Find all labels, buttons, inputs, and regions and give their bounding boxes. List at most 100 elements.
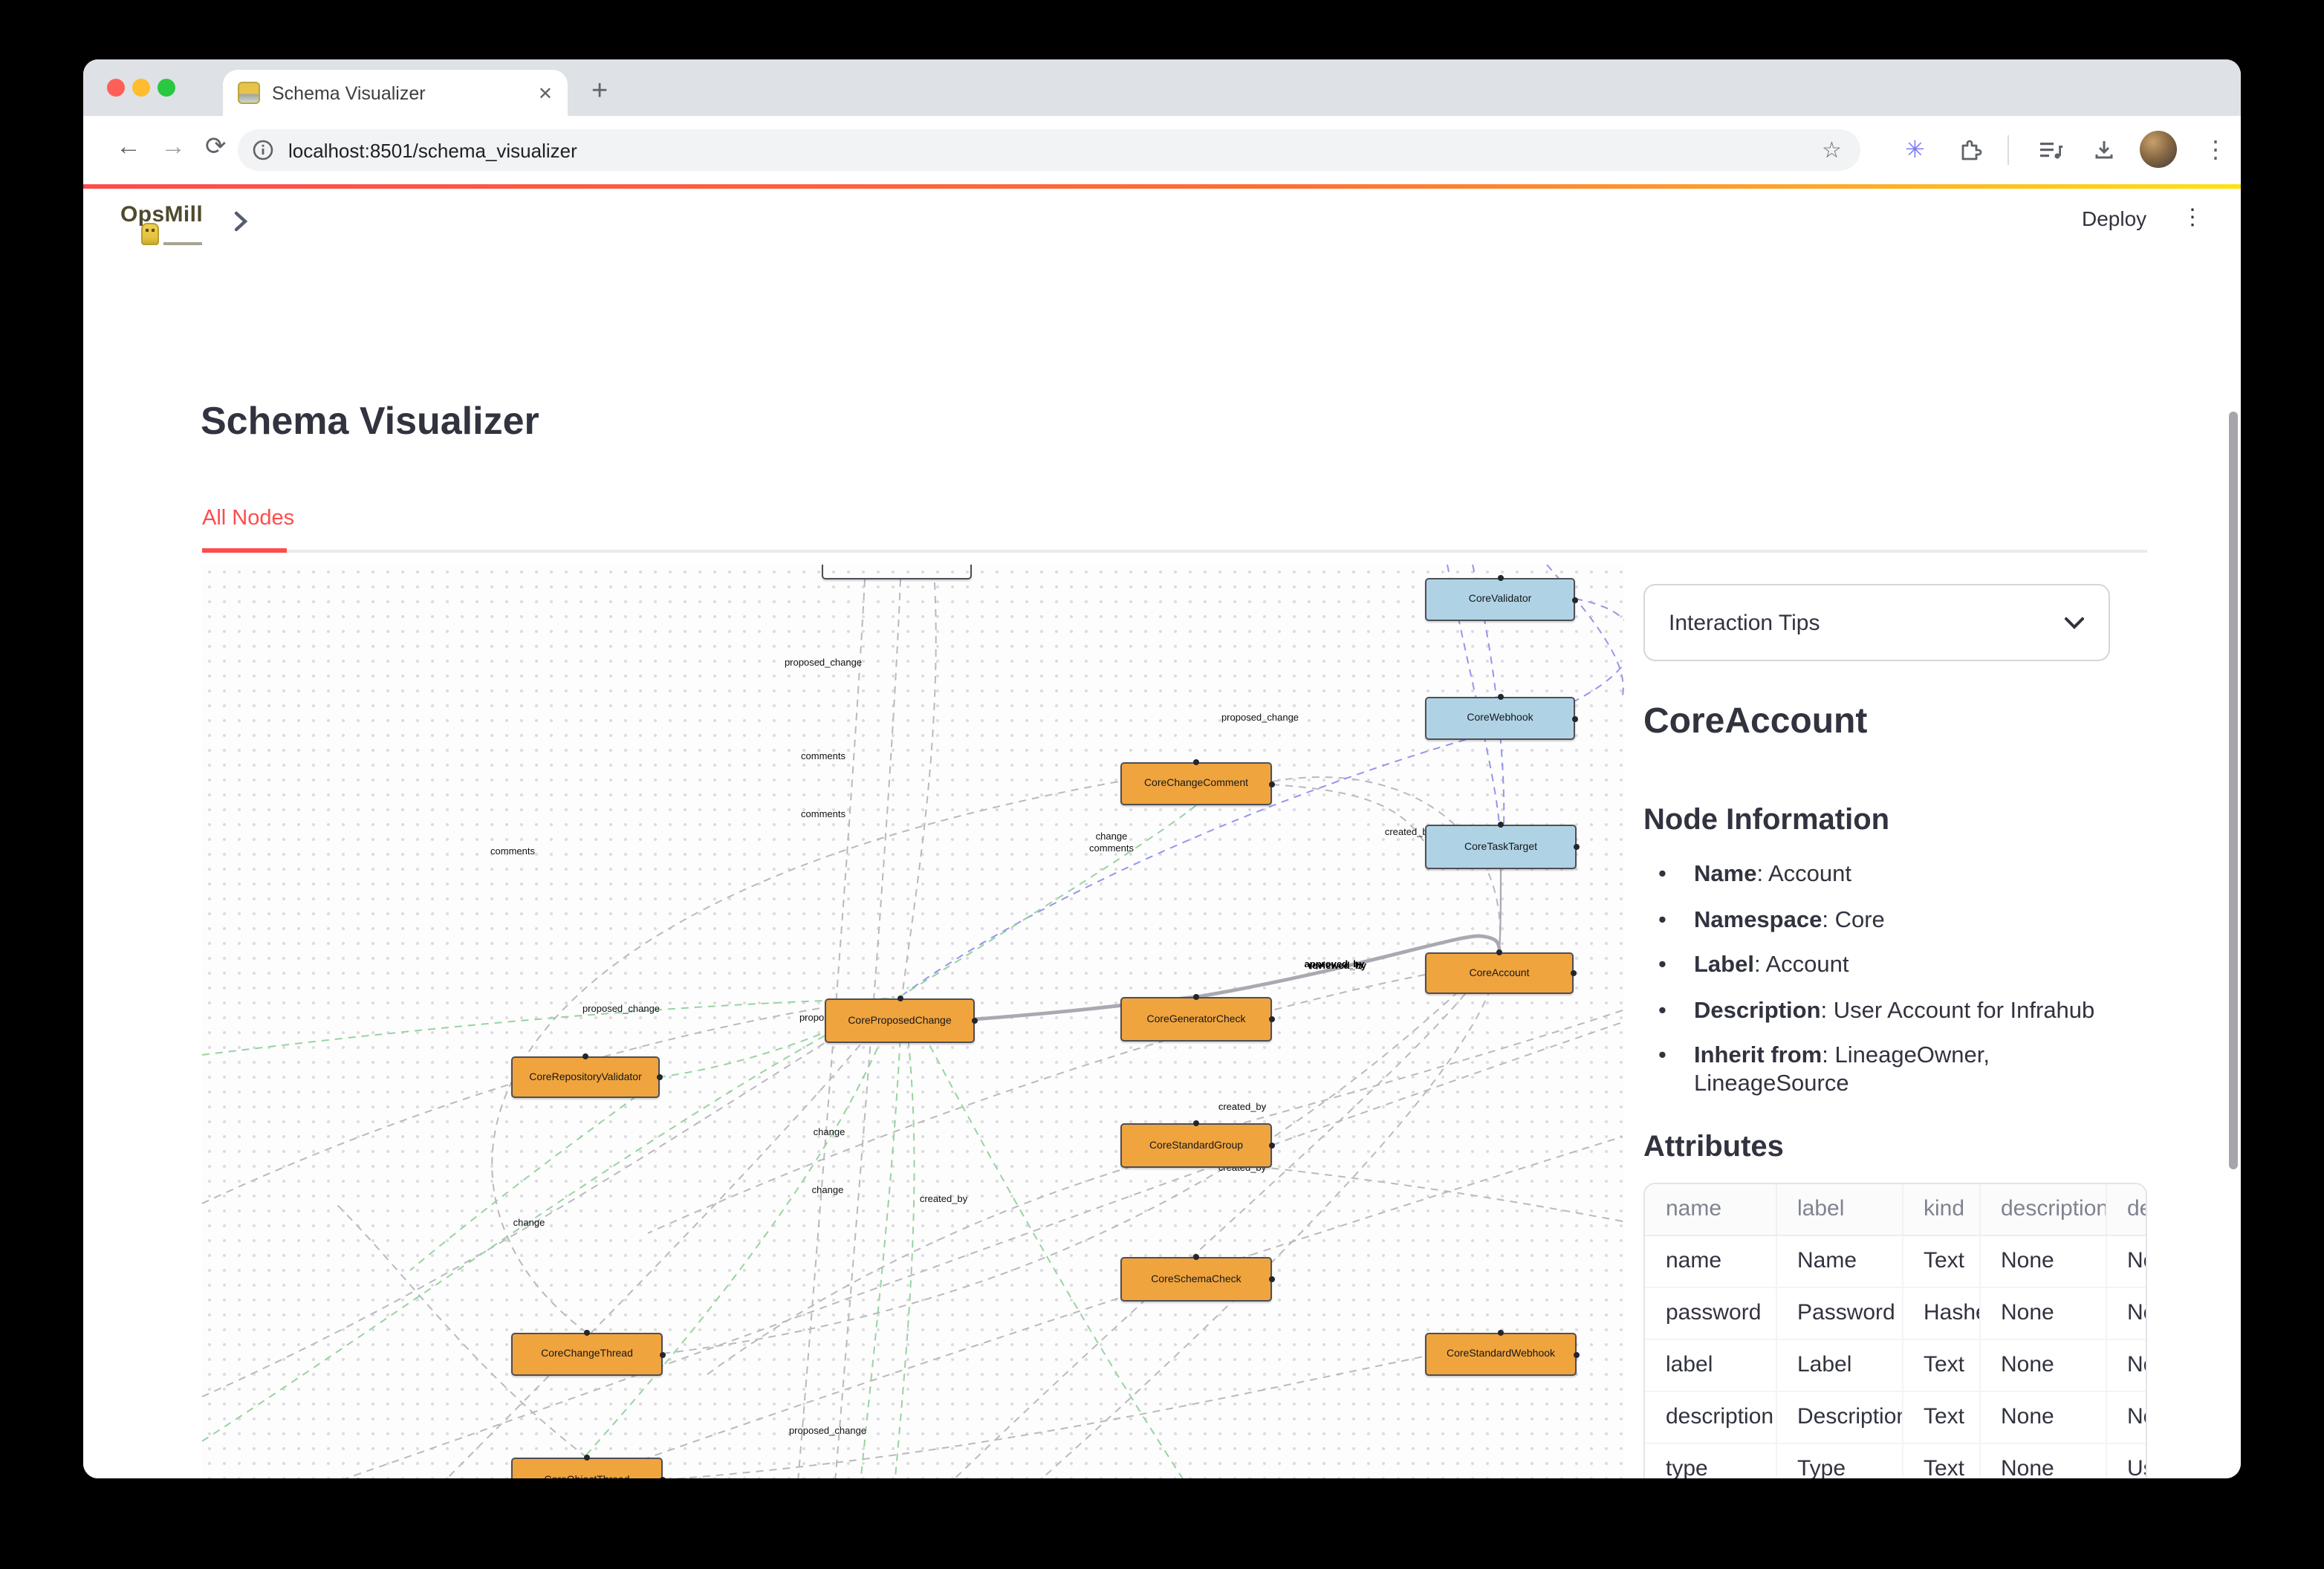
table-cell: password [1645,1287,1776,1339]
node-handle-top [1193,1254,1199,1260]
tab-close-icon[interactable]: ✕ [538,82,553,103]
graph-node-CoreStandardWebhook[interactable]: CoreStandardWebhook [1425,1333,1577,1376]
forward-icon[interactable]: → [160,132,186,162]
graph-node-clipped[interactable] [822,565,972,579]
table-cell: None [2106,1235,2147,1287]
graph-node-CoreStandardGroup[interactable]: CoreStandardGroup [1120,1123,1272,1168]
chevron-down-icon [2064,616,2085,629]
address-bar[interactable]: localhost:8501/schema_visualizer ☆ [238,129,1860,171]
edge-label: proposed_change [789,1426,866,1438]
browser-tab-strip: Schema Visualizer ✕ + [83,59,2241,116]
table-cell: Text [1902,1443,1979,1478]
active-tab-underline [202,548,287,553]
media-playlist-icon[interactable] [2039,138,2064,162]
table-cell: description [1645,1391,1776,1443]
back-icon[interactable]: ← [116,132,141,162]
node-handle-top [1498,822,1504,828]
table-cell: None [1979,1443,2106,1478]
node-handle-top [1193,1120,1199,1126]
node-handle-top [897,995,903,1001]
new-tab-button[interactable]: + [591,71,608,113]
browser-menu-icon[interactable]: ⋮ [2204,135,2227,165]
node-handle-right [660,1477,666,1478]
node-handle-right [1572,597,1578,602]
node-handle-right [1269,1143,1275,1149]
graph-node-CoreWebhook[interactable]: CoreWebhook [1425,697,1575,740]
profile-avatar[interactable] [2140,131,2177,168]
downloads-icon[interactable] [2092,138,2116,162]
graph-edge [886,1000,914,1478]
node-handle-right [1574,844,1580,850]
edge-label: proposed_change [1221,713,1299,725]
graph-edge [410,1080,658,1270]
graph-node-CoreObjectThread[interactable]: CoreObjectThread [511,1458,663,1478]
tab-title: Schema Visualizer [272,82,526,103]
graph-node-CoreChangeComment[interactable]: CoreChangeComment [1120,762,1272,805]
node-handle-top [584,1330,590,1336]
interaction-tips-expander[interactable]: Interaction Tips [1643,584,2110,661]
graph-node-CoreGeneratorCheck[interactable]: CoreGeneratorCheck [1120,997,1272,1042]
node-handle-right [1572,715,1578,721]
graph-canvas[interactable]: proposed_changecommentscommentscommentsp… [202,565,1624,1478]
attr-col-label: label [1776,1184,1902,1235]
table-cell: Description [1776,1391,1902,1443]
maximize-window-button[interactable] [158,79,175,97]
expand-sidebar-chevron-icon[interactable] [232,209,250,233]
table-cell: None [2106,1339,2147,1391]
node-handle-right [972,1018,978,1024]
site-info-icon[interactable] [253,140,273,160]
graph-node-CoreAccount[interactable]: CoreAccount [1425,952,1574,994]
screen: Schema Visualizer ✕ + ← → ⟳ localhost:85… [0,0,2324,1569]
edge-label: change [812,1186,844,1198]
tab-all-nodes[interactable]: All Nodes [202,505,294,532]
node-info-item: Description: User Account for Infrahub [1655,996,2146,1024]
graph-node-CoreValidator[interactable]: CoreValidator [1425,578,1575,621]
table-cell: Password [1776,1287,1902,1339]
table-row: descriptionDescriptionTextNoneNone [1645,1391,2147,1443]
graph-edge [902,582,936,997]
edge-label: proposed_change [582,1004,660,1016]
page-title: Schema Visualizer [201,398,539,444]
node-handle-right [657,1074,663,1080]
app-page: OpsMill Deploy ⋮ Schema Visualizer All N… [83,189,2241,1478]
table-cell: None [1979,1287,2106,1339]
table-cell: Text [1902,1339,1979,1391]
graph-node-CoreSchemaCheck[interactable]: CoreSchemaCheck [1120,1257,1272,1302]
attributes-table-wrap[interactable]: namelabelkinddescriptiondefault_value na… [1643,1183,2147,1478]
deploy-button[interactable]: Deploy [2082,207,2146,230]
table-cell: None [1979,1391,2106,1443]
graph-node-CoreChangeThread[interactable]: CoreChangeThread [511,1333,663,1376]
reload-icon[interactable]: ⟳ [205,132,227,162]
table-cell: label [1645,1339,1776,1391]
edge-label: comments [801,752,845,764]
graph-node-CoreProposedChange[interactable]: CoreProposedChange [825,998,975,1043]
edge-label: proposed_change [785,658,862,670]
graph-node-CoreRepositoryValidator[interactable]: CoreRepositoryValidator [511,1056,660,1098]
graph-edge [663,1357,1424,1478]
brand-tagline [163,242,202,245]
graph-edge [663,957,1495,1354]
node-info-item: Name: Account [1655,860,2146,889]
app-menu-icon[interactable]: ⋮ [2181,204,2204,230]
page-scrollbar[interactable] [2229,412,2238,1169]
bookmark-star-icon[interactable]: ☆ [1822,137,1842,163]
browser-window: Schema Visualizer ✕ + ← → ⟳ localhost:85… [83,59,2241,1478]
node-handle-right [1571,970,1577,976]
graph-node-CoreTaskTarget[interactable]: CoreTaskTarget [1425,825,1577,869]
node-handle-top [584,1455,590,1461]
edge-label: created_by [1218,1102,1266,1114]
attributes-heading: Attributes [1643,1131,1784,1165]
graph-edge [336,1203,587,1458]
node-handle-right [660,1351,666,1357]
graph-edge [905,998,1257,1478]
graph-edge [202,997,895,1203]
minimize-window-button[interactable] [132,79,150,97]
table-cell: Label [1776,1339,1902,1391]
table-cell: None [2106,1287,2147,1339]
table-cell: None [2106,1391,2147,1443]
extensions-puzzle-icon[interactable] [1958,138,1982,162]
close-window-button[interactable] [107,79,125,97]
browser-tab[interactable]: Schema Visualizer ✕ [223,70,568,116]
url-text[interactable]: localhost:8501/schema_visualizer [288,139,577,161]
extension-sparkle-icon[interactable]: ✳ [1905,135,1925,165]
